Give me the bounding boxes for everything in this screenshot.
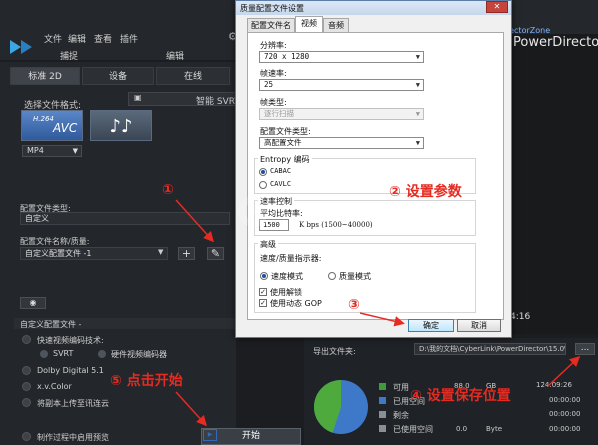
arrow-step-5 xyxy=(175,391,208,427)
arrow-step-4 xyxy=(547,355,581,387)
annotation-arrows xyxy=(175,199,581,427)
arrow-step-1 xyxy=(175,199,215,243)
arrow-step-3 xyxy=(359,312,405,327)
